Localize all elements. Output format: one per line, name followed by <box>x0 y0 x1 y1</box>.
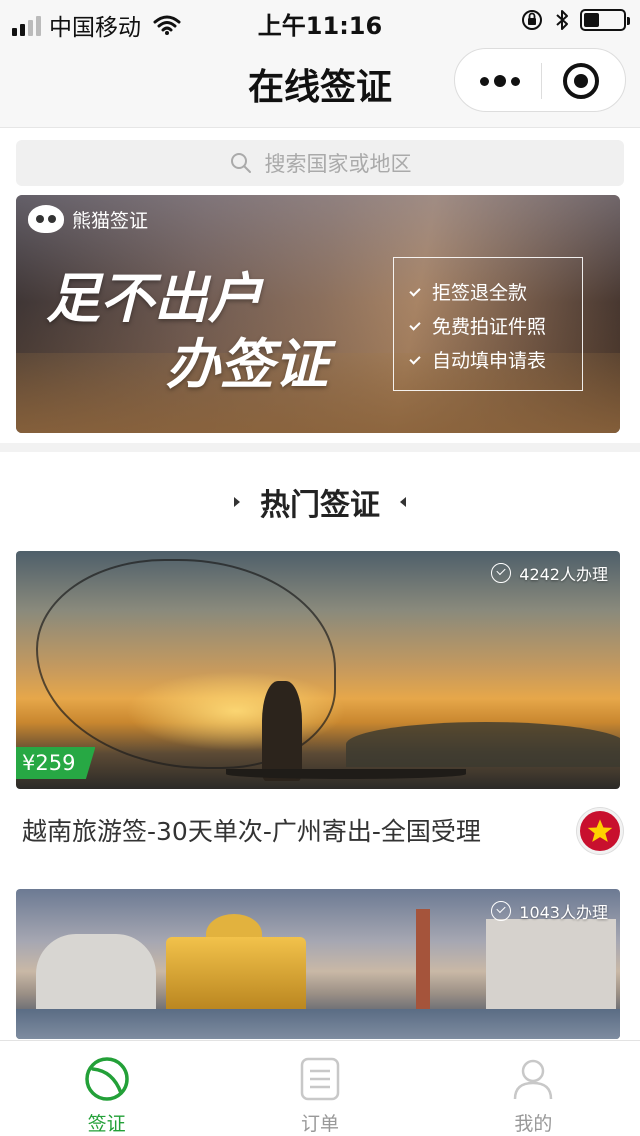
applicant-count: 1043人办理 <box>491 899 608 923</box>
applicant-count: 4242人办理 <box>491 561 608 585</box>
more-icon[interactable] <box>473 67 527 95</box>
battery-level <box>584 13 600 27</box>
visa-card-title[interactable]: 越南旅游签-30天单次-广州寄出-全国受理 <box>22 812 481 848</box>
check-circle-icon <box>491 563 512 583</box>
brand-logo: 熊猫签证 <box>28 205 148 233</box>
triangle-right-icon <box>234 497 240 507</box>
search-input[interactable]: 搜索国家或地区 <box>16 140 624 186</box>
feature-item: 免费拍证件照 <box>409 310 582 344</box>
boat <box>226 769 466 779</box>
golden-temple <box>166 937 306 1011</box>
promo-banner[interactable]: 熊猫签证 足不出户 办签证 拒签退全款 免费拍证件照 自动填申请表 <box>16 195 620 433</box>
tab-visa[interactable]: 签证 <box>0 1041 213 1136</box>
visa-card-image[interactable]: 1043人办理 <box>16 889 620 1039</box>
star-icon <box>587 819 613 842</box>
banner-slogan: 足不出户 办签证 <box>46 265 328 397</box>
triangle-left-icon <box>400 497 406 507</box>
order-list-icon <box>300 1057 340 1101</box>
visa-leaf-icon <box>84 1057 129 1101</box>
fisherman <box>262 681 302 781</box>
bluetooth-icon <box>556 10 568 30</box>
tab-label: 签证 <box>87 1113 126 1135</box>
tab-profile[interactable]: 我的 <box>427 1041 640 1136</box>
capsule-divider <box>541 63 542 99</box>
status-right <box>520 8 630 32</box>
section-divider <box>0 443 640 452</box>
vietnam-flag-icon <box>577 808 623 854</box>
check-icon <box>409 353 421 365</box>
feature-item: 拒签退全款 <box>409 276 582 310</box>
search-placeholder: 搜索国家或地区 <box>264 152 412 176</box>
profile-icon <box>514 1059 553 1100</box>
tab-bar: 签证 订单 我的 <box>0 1040 640 1136</box>
battery-icon <box>580 9 630 31</box>
brand-name: 熊猫签证 <box>72 209 149 232</box>
slogan-line-2: 办签证 <box>166 332 328 396</box>
miniapp-capsule <box>454 48 626 112</box>
nav-bar: 在线签证 <box>0 40 640 128</box>
close-miniapp-icon[interactable] <box>563 63 599 99</box>
check-circle-icon <box>491 901 512 921</box>
feature-item: 自动填申请表 <box>409 344 582 378</box>
section-title-text: 热门签证 <box>260 488 380 523</box>
status-bar: 中国移动 上午11:16 <box>0 0 640 41</box>
rotation-lock-icon <box>522 10 542 30</box>
search-icon <box>230 153 251 173</box>
tab-label: 我的 <box>514 1113 553 1135</box>
check-icon <box>409 285 421 297</box>
tab-label: 订单 <box>300 1113 339 1135</box>
section-title: 热门签证 <box>0 480 640 524</box>
tab-orders[interactable]: 订单 <box>213 1041 426 1136</box>
panda-icon <box>28 205 64 233</box>
visa-card-image[interactable]: 4242人办理 ¥259 <box>16 551 620 789</box>
check-icon <box>409 319 421 331</box>
feature-list: 拒签退全款 免费拍证件照 自动填申请表 <box>393 257 583 391</box>
price-tag: ¥259 <box>16 747 96 779</box>
slogan-line-1: 足不出户 <box>46 266 262 330</box>
